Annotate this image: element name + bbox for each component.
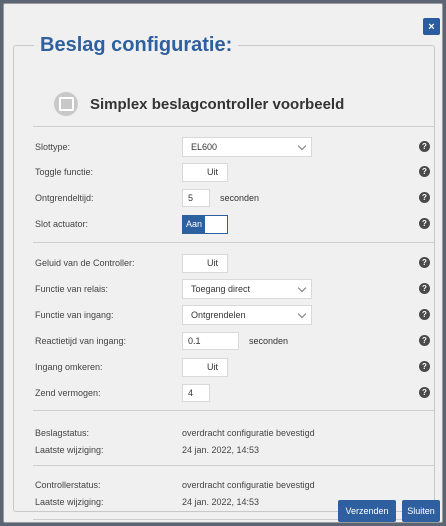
row-reactietijd: Reactietijd van ingang: 0.1 seconden ? bbox=[35, 330, 434, 352]
controller-change-row: Laatste wijziging: 24 jan. 2022, 14:53 bbox=[35, 495, 259, 509]
divider bbox=[33, 126, 434, 127]
help-icon[interactable]: ? bbox=[419, 387, 430, 398]
dialog-legend: Beslag configuratie: bbox=[40, 34, 233, 56]
chevron-down-icon bbox=[297, 309, 307, 319]
ontgrendeltijd-input[interactable]: 5 bbox=[182, 189, 210, 207]
row-geluid: Geluid van de Controller: Uit ? bbox=[35, 252, 434, 274]
chevron-down-icon bbox=[297, 283, 307, 293]
geluid-switch[interactable]: Uit bbox=[182, 253, 228, 273]
row-ontgrendeltijd: Ontgrendeltijd: 5 seconden ? bbox=[35, 187, 434, 209]
controller-status-row: Controllerstatus: overdracht configurati… bbox=[35, 478, 315, 492]
close-icon[interactable]: × bbox=[423, 18, 440, 35]
send-button[interactable]: Verzenden bbox=[338, 500, 396, 522]
slot-actuator-state: Aan bbox=[183, 215, 205, 233]
slottype-label: Slottype: bbox=[35, 142, 71, 152]
ingang-omkeren-state: Uit bbox=[207, 362, 218, 372]
beslag-status-row: Beslagstatus: overdracht configuratie be… bbox=[35, 426, 315, 440]
slot-actuator-label: Slot actuator: bbox=[35, 219, 89, 229]
functie-relais-value: Toegang direct bbox=[191, 284, 251, 294]
help-icon[interactable]: ? bbox=[419, 309, 430, 320]
toggle-functie-state: Uit bbox=[207, 167, 218, 177]
help-icon[interactable]: ? bbox=[419, 192, 430, 203]
slottype-select[interactable]: EL600 bbox=[182, 137, 312, 157]
functie-relais-label: Functie van relais: bbox=[35, 284, 109, 294]
help-icon[interactable]: ? bbox=[419, 141, 430, 152]
geluid-label: Geluid van de Controller: bbox=[35, 258, 135, 268]
chevron-down-icon bbox=[297, 141, 307, 151]
controller-status-label: Controllerstatus: bbox=[35, 480, 101, 490]
beslag-change-row: Laatste wijziging: 24 jan. 2022, 14:53 bbox=[35, 443, 259, 457]
device-header: Simplex beslagcontroller voorbeeld bbox=[54, 90, 344, 118]
close-button[interactable]: Sluiten bbox=[402, 500, 440, 522]
configuration-fieldset: Beslag configuratie: Simplex beslagcontr… bbox=[13, 34, 435, 520]
row-zend-vermogen: Zend vermogen: 4 ? bbox=[35, 382, 434, 404]
slot-actuator-switch[interactable]: Aan bbox=[182, 214, 228, 234]
help-icon[interactable]: ? bbox=[419, 257, 430, 268]
ingang-omkeren-switch[interactable]: Uit bbox=[182, 357, 228, 377]
row-slot-actuator: Slot actuator: Aan ? bbox=[35, 213, 434, 235]
ontgrendeltijd-label: Ontgrendeltijd: bbox=[35, 193, 94, 203]
reactietijd-label: Reactietijd van ingang: bbox=[35, 336, 127, 346]
row-ingang-omkeren: Ingang omkeren: Uit ? bbox=[35, 356, 434, 378]
device-icon bbox=[54, 92, 78, 116]
row-functie-relais: Functie van relais: Toegang direct ? bbox=[35, 278, 434, 300]
geluid-state: Uit bbox=[207, 258, 218, 268]
functie-ingang-select[interactable]: Ontgrendelen bbox=[182, 305, 312, 325]
reactietijd-input[interactable]: 0.1 bbox=[182, 332, 239, 350]
configuration-dialog: × Beslag configuratie: Simplex beslagcon… bbox=[3, 3, 443, 523]
slottype-value: EL600 bbox=[191, 142, 218, 152]
beslag-status-label: Beslagstatus: bbox=[35, 428, 90, 438]
row-toggle-functie: Toggle functie: Uit ? bbox=[35, 161, 434, 183]
toggle-functie-switch[interactable]: Uit bbox=[182, 162, 228, 182]
divider bbox=[33, 242, 434, 243]
controller-change-value: 24 jan. 2022, 14:53 bbox=[182, 497, 260, 507]
beslag-status-value: overdracht configuratie bevestigd bbox=[182, 428, 315, 438]
toggle-functie-label: Toggle functie: bbox=[35, 167, 94, 177]
functie-ingang-value: Ontgrendelen bbox=[191, 310, 246, 320]
functie-ingang-label: Functie van ingang: bbox=[35, 310, 114, 320]
ingang-omkeren-label: Ingang omkeren: bbox=[35, 362, 103, 372]
help-icon[interactable]: ? bbox=[419, 361, 430, 372]
ontgrendeltijd-unit: seconden bbox=[220, 193, 260, 203]
divider bbox=[33, 410, 434, 411]
device-title: Simplex beslagcontroller voorbeeld bbox=[90, 95, 345, 113]
help-icon[interactable]: ? bbox=[419, 218, 430, 229]
zend-vermogen-input[interactable]: 4 bbox=[182, 384, 210, 402]
help-icon[interactable]: ? bbox=[419, 283, 430, 294]
beslag-change-value: 24 jan. 2022, 14:53 bbox=[182, 445, 260, 455]
reactietijd-unit: seconden bbox=[249, 336, 289, 346]
row-slottype: Slottype: EL600 ? bbox=[35, 136, 434, 158]
help-icon[interactable]: ? bbox=[419, 335, 430, 346]
functie-relais-select[interactable]: Toegang direct bbox=[182, 279, 312, 299]
controller-change-label: Laatste wijziging: bbox=[35, 497, 104, 507]
zend-vermogen-label: Zend vermogen: bbox=[35, 388, 101, 398]
divider bbox=[33, 465, 434, 466]
row-functie-ingang: Functie van ingang: Ontgrendelen ? bbox=[35, 304, 434, 326]
help-icon[interactable]: ? bbox=[419, 166, 430, 177]
controller-status-value: overdracht configuratie bevestigd bbox=[182, 480, 315, 490]
beslag-change-label: Laatste wijziging: bbox=[35, 445, 104, 455]
